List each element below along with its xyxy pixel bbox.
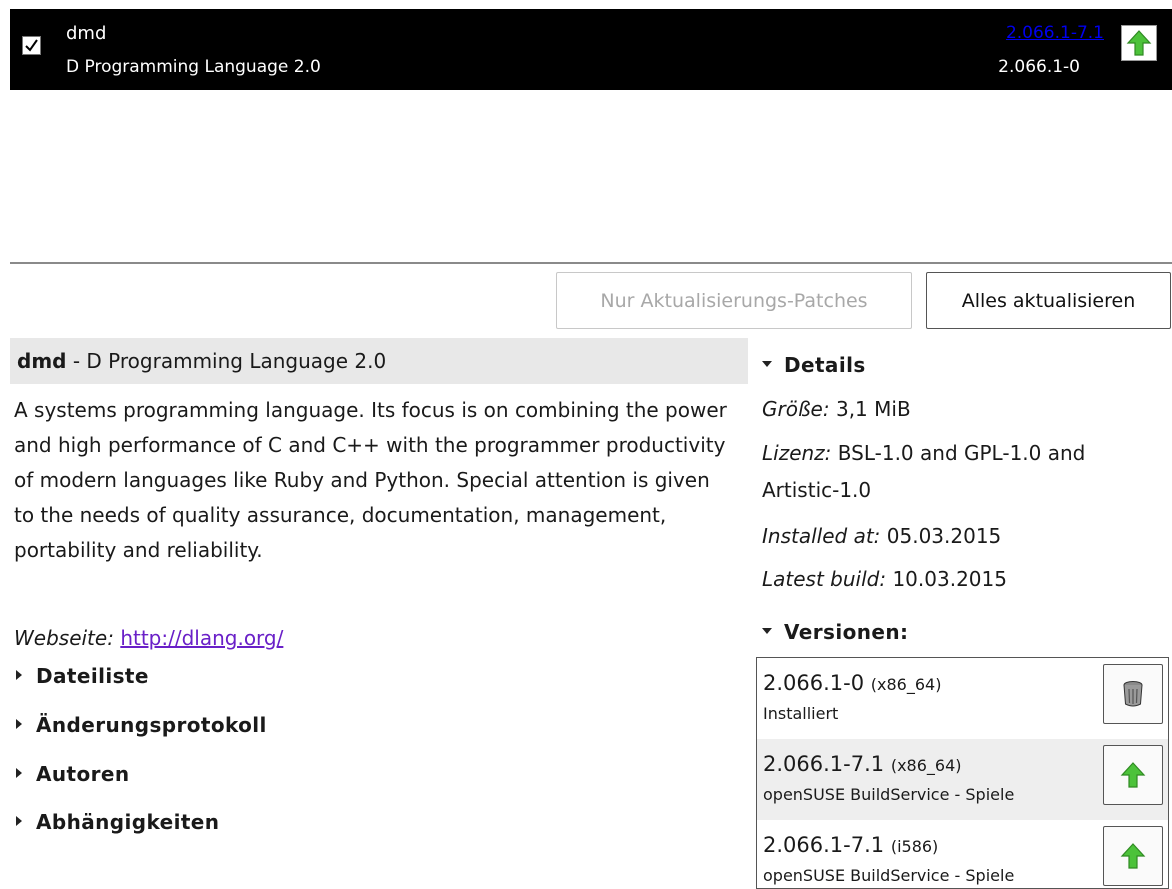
detail-size: Größe: 3,1 MiB [762, 392, 911, 426]
checkmark-icon [25, 39, 38, 52]
available-version-link[interactable]: 2.066.1-7.1 [1006, 22, 1104, 44]
detail-installed: Installed at: 05.03.2015 [762, 519, 1001, 553]
version-repo: openSUSE BuildService - Spiele [763, 785, 1015, 804]
expander-label: Autoren [36, 762, 130, 786]
installed-value: 05.03.2015 [886, 524, 1002, 548]
version-repo: Installiert [763, 704, 839, 723]
package-checkbox[interactable] [22, 36, 41, 55]
expander-label: Abhängigkeiten [36, 810, 220, 834]
expander-authors[interactable]: Autoren [16, 760, 129, 788]
version-number: 2.066.1-7.1 [763, 833, 885, 857]
description-summary: D Programming Language 2.0 [86, 349, 387, 373]
description-separator: - [66, 349, 87, 373]
upgrade-arrow-icon [1120, 762, 1146, 788]
remove-version-button[interactable] [1103, 664, 1163, 724]
build-label: Latest build: [762, 567, 887, 591]
version-arch: (i586) [890, 837, 939, 856]
build-value: 10.03.2015 [892, 567, 1007, 591]
installed-version: 2.066.1-0 [998, 57, 1080, 77]
installed-label: Installed at: [762, 524, 881, 548]
version-row[interactable]: 2.066.1-7.1 (i586) openSUSE BuildService… [757, 820, 1168, 888]
expander-dependencies[interactable]: Abhängigkeiten [16, 808, 219, 836]
license-value: BSL-1.0 and GPL-1.0 and [837, 441, 1086, 465]
homepage-label: Webseite: [14, 626, 114, 650]
description-title: dmd - D Programming Language 2.0 [10, 338, 748, 384]
homepage-link[interactable]: http://dlang.org/ [120, 626, 283, 650]
detail-build: Latest build: 10.03.2015 [762, 562, 1007, 596]
description-package-name: dmd [17, 349, 67, 373]
patches-only-button[interactable]: Nur Aktualisierungs-Patches [556, 272, 912, 329]
version-repo: openSUSE BuildService - Spiele [763, 866, 1015, 885]
detail-license-cont: Artistic-1.0 [762, 478, 872, 502]
expand-arrow-icon [16, 815, 22, 826]
version-arch: (x86_64) [890, 756, 962, 775]
install-version-button[interactable] [1103, 745, 1163, 805]
expander-changelog[interactable]: Änderungsprotokoll [16, 711, 267, 739]
expander-label: Änderungsprotokoll [36, 713, 267, 737]
collapse-arrow-icon [762, 360, 772, 367]
package-row[interactable]: dmd D Programming Language 2.0 2.066.1-7… [10, 9, 1172, 90]
versions-list: 2.066.1-0 (x86_64) Installiert 2.066.1-7… [756, 657, 1169, 889]
upgrade-arrow-icon [1126, 30, 1152, 56]
version-text: 2.066.1-0 (x86_64) [763, 669, 941, 699]
version-row[interactable]: 2.066.1-0 (x86_64) Installiert [757, 658, 1168, 739]
versions-header: Versionen: [784, 620, 909, 644]
version-arch: (x86_64) [870, 675, 942, 694]
version-row[interactable]: 2.066.1-7.1 (x86_64) openSUSE BuildServi… [757, 739, 1168, 820]
version-number: 2.066.1-7.1 [763, 752, 885, 776]
update-all-button[interactable]: Alles aktualisieren [926, 272, 1171, 329]
detail-license: Lizenz: BSL-1.0 and GPL-1.0 and [762, 436, 1085, 470]
package-summary: D Programming Language 2.0 [66, 57, 321, 77]
version-text: 2.066.1-7.1 (i586) [763, 831, 938, 861]
expand-arrow-icon [16, 767, 22, 778]
collapse-arrow-icon [762, 627, 772, 634]
upgrade-arrow-icon [1120, 843, 1146, 869]
separator [10, 262, 1172, 264]
license-label: Lizenz: [762, 441, 832, 465]
expander-label: Dateiliste [36, 664, 149, 688]
upgrade-button[interactable] [1121, 25, 1157, 61]
size-value: 3,1 MiB [835, 397, 911, 421]
description-body: A systems programming language. Its focu… [14, 398, 727, 562]
details-expander[interactable]: Details [762, 351, 866, 379]
expander-file-list[interactable]: Dateiliste [16, 662, 149, 690]
trash-icon [1123, 681, 1143, 707]
versions-expander[interactable]: Versionen: [762, 618, 908, 646]
version-number: 2.066.1-0 [763, 671, 865, 695]
install-version-button[interactable] [1103, 826, 1163, 886]
homepage-line: Webseite: http://dlang.org/ [14, 623, 283, 653]
version-text: 2.066.1-7.1 (x86_64) [763, 750, 962, 780]
expand-arrow-icon [16, 669, 22, 680]
package-name: dmd [66, 23, 107, 44]
size-label: Größe: [762, 397, 830, 421]
details-header: Details [784, 353, 866, 377]
expand-arrow-icon [16, 718, 22, 729]
